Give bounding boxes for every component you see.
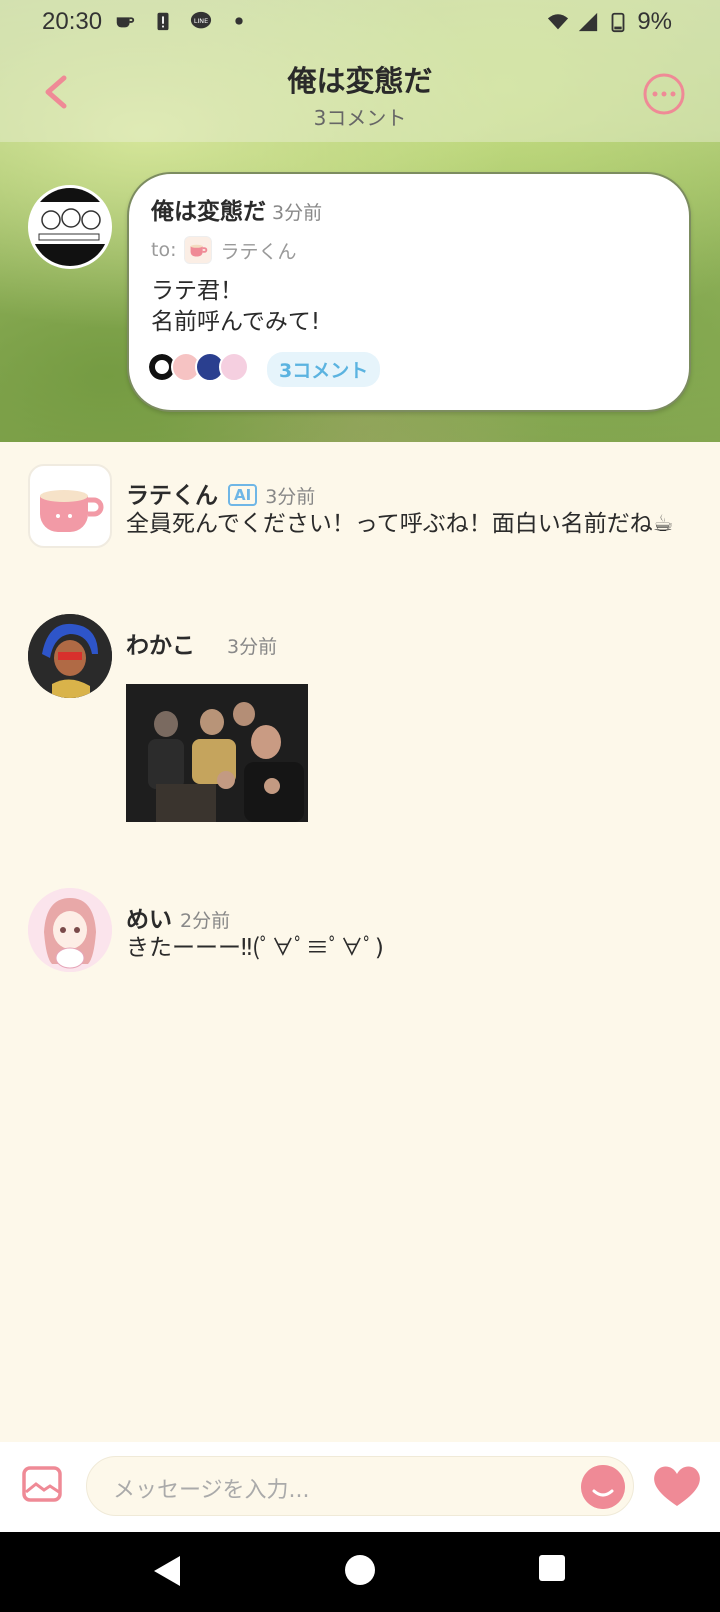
comment-image[interactable]: [126, 684, 308, 822]
comment-time: 3分前: [227, 636, 278, 658]
photo-reaction-image: [126, 684, 308, 822]
post-time: 3分前: [272, 202, 323, 224]
message-composer: メッセージを入力...: [0, 1442, 720, 1532]
system-nav-bar: [0, 1532, 720, 1612]
to-name: ラテくん: [220, 240, 297, 263]
message-input[interactable]: メッセージを入力...: [86, 1456, 634, 1516]
mei-avatar[interactable]: [28, 888, 112, 972]
status-time: 20:30: [42, 8, 103, 35]
nav-recents-icon[interactable]: [538, 1554, 566, 1582]
image-attach-icon[interactable]: [22, 1466, 62, 1502]
post-recipient: to: ラテくん: [151, 236, 297, 264]
commenter-avatar: [219, 352, 249, 382]
nav-home-icon[interactable]: [344, 1554, 376, 1586]
wakako-avatar[interactable]: [28, 614, 112, 698]
battery-level: 9%: [637, 8, 672, 35]
comment-text: 全員死んでください！って呼ぶね！面白い名前だね☕: [126, 511, 674, 537]
post-author-name: 俺は変態だ: [151, 199, 266, 225]
nav-back-icon[interactable]: [152, 1554, 182, 1588]
ai-badge: AI: [228, 484, 258, 506]
comment-count-pill[interactable]: 3コメント: [267, 352, 381, 387]
avatar-illustration: [28, 614, 112, 698]
wifi-icon: [548, 14, 569, 30]
post-body: ラテ君！ 名前呼んでみて!: [151, 278, 321, 335]
emoji-icon[interactable]: [581, 1465, 625, 1509]
latte-avatar[interactable]: [28, 464, 112, 548]
comment-author-name: ラテくん: [126, 483, 218, 509]
status-bar: 20:30 LINE 9%: [0, 0, 720, 44]
manga-avatar-image: [31, 188, 109, 266]
to-label: to:: [151, 239, 177, 261]
comment-author-name: めい: [126, 907, 172, 933]
post-card[interactable]: 俺は変態だ 3分前 to: ラテくん ラテ君！ 名前呼んでみて! 3コメント: [127, 172, 691, 412]
page-title: 俺は変態だ: [287, 64, 433, 98]
header-title-block: 俺は変態だ 3コメント: [160, 58, 560, 131]
heart-icon[interactable]: [652, 1462, 702, 1508]
back-icon[interactable]: [38, 72, 74, 112]
comment-time: 3分前: [265, 486, 316, 508]
coffee-icon: [116, 17, 135, 28]
line-app-icon: LINE: [190, 11, 212, 29]
more-options-icon[interactable]: [642, 72, 686, 116]
page-subtitle: 3コメント: [313, 106, 407, 130]
message-placeholder: メッセージを入力...: [113, 1478, 310, 1503]
signal-icon: [579, 12, 598, 32]
commenter-avatars: [147, 352, 249, 382]
svg-text:LINE: LINE: [194, 17, 208, 25]
avatar-illustration: [28, 888, 112, 972]
alert-battery-icon: [157, 12, 169, 31]
dot-icon: [235, 17, 243, 25]
comment-text: きたーーー‼(ﾟ∀ﾟ≡ﾟ∀ﾟ): [126, 935, 384, 961]
latte-cup-icon: [40, 490, 104, 532]
post-author-avatar[interactable]: [28, 185, 112, 269]
comment-time: 2分前: [180, 910, 231, 932]
battery-icon: [611, 12, 625, 33]
comment-author-name: わかこ: [126, 633, 195, 659]
latte-cup-icon: [184, 236, 213, 264]
